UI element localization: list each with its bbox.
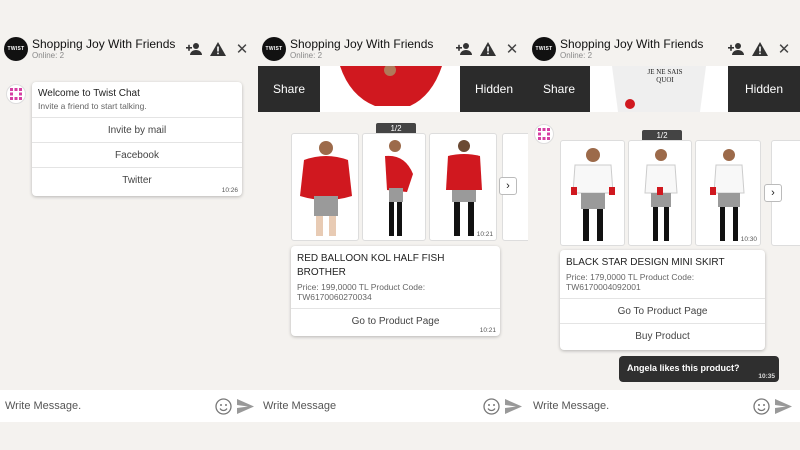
message-time: 10:35 bbox=[758, 373, 775, 380]
chat-screenshots: TWIST Shopping Joy With Friends Online: … bbox=[0, 0, 800, 450]
product-image[interactable] bbox=[560, 140, 625, 246]
chat-title: Shopping Joy With Friends bbox=[32, 37, 176, 51]
message-input[interactable] bbox=[263, 400, 480, 412]
welcome-card: Welcome to Twist Chat Invite a friend to… bbox=[32, 82, 242, 196]
twist-logo: TWIST bbox=[262, 37, 286, 61]
emoji-icon[interactable] bbox=[480, 395, 502, 417]
send-icon[interactable] bbox=[772, 395, 794, 417]
bot-avatar bbox=[6, 84, 26, 104]
send-icon[interactable] bbox=[234, 395, 256, 417]
chevron-right-icon[interactable]: › bbox=[764, 184, 782, 202]
chat-header: TWIST Shopping Joy With Friends Online: … bbox=[258, 32, 528, 66]
welcome-subtitle: Invite a friend to start talking. bbox=[38, 101, 147, 111]
shirt-print-text: JE NE SAIS QUOI bbox=[647, 68, 683, 84]
warning-icon[interactable] bbox=[476, 37, 500, 61]
product-name: RED BALLOON KOL HALF FISH BROTHER bbox=[297, 253, 445, 278]
add-user-icon[interactable] bbox=[182, 37, 206, 61]
product-image[interactable] bbox=[628, 140, 692, 246]
chat-panel-product-2: TWIST Shopping Joy With Friends Online: … bbox=[528, 0, 800, 450]
online-status: Online: 2 bbox=[32, 51, 65, 60]
warning-icon[interactable] bbox=[748, 37, 772, 61]
twist-logo: TWIST bbox=[532, 37, 556, 61]
message-composer bbox=[528, 390, 800, 422]
close-icon[interactable]: ✕ bbox=[230, 37, 254, 61]
chat-panel-welcome: TWIST Shopping Joy With Friends Online: … bbox=[0, 0, 258, 450]
product-card: BLACK STAR DESIGN MINI SKIRT Price: 179,… bbox=[560, 250, 765, 350]
chat-header: TWIST Shopping Joy With Friends Online: … bbox=[528, 32, 800, 66]
like-message: Angela likes this product? 10:35 bbox=[619, 356, 779, 382]
warning-icon[interactable] bbox=[206, 37, 230, 61]
go-to-product-page-button[interactable]: Go to Product Page bbox=[291, 308, 500, 333]
product-image[interactable]: 10:21 bbox=[429, 133, 497, 241]
product-info: Price: 199,0000 TL Product Code: TW61700… bbox=[297, 282, 426, 302]
product-image[interactable] bbox=[362, 133, 426, 241]
share-button[interactable]: Share bbox=[528, 66, 590, 112]
message-composer bbox=[0, 390, 258, 422]
product-image[interactable] bbox=[291, 133, 359, 241]
add-user-icon[interactable] bbox=[724, 37, 748, 61]
invite-by-mail-button[interactable]: Invite by mail bbox=[32, 117, 242, 142]
twitter-button[interactable]: Twitter bbox=[32, 167, 242, 192]
product-info: Price: 179,0000 TL Product Code: TW61700… bbox=[566, 272, 695, 292]
chat-header: TWIST Shopping Joy With Friends Online: … bbox=[0, 32, 258, 66]
chat-panel-product-1: TWIST Shopping Joy With Friends Online: … bbox=[258, 0, 528, 450]
close-icon[interactable]: ✕ bbox=[500, 37, 524, 61]
image-time: 10:30 bbox=[740, 236, 757, 243]
go-to-product-page-button[interactable]: Go To Product Page bbox=[560, 298, 765, 323]
chat-title: Shopping Joy With Friends bbox=[560, 37, 704, 51]
chat-title: Shopping Joy With Friends bbox=[290, 37, 434, 51]
product-card: RED BALLOON KOL HALF FISH BROTHER Price:… bbox=[291, 246, 500, 336]
bot-avatar bbox=[534, 124, 554, 144]
online-status: Online: 2 bbox=[560, 51, 593, 60]
banner-image: JE NE SAIS QUOI bbox=[590, 66, 728, 112]
add-user-icon[interactable] bbox=[452, 37, 476, 61]
product-image[interactable]: 10:30 bbox=[695, 140, 761, 246]
banner-image bbox=[320, 66, 460, 112]
share-bar: Share JE NE SAIS QUOI Hidden bbox=[528, 66, 800, 112]
like-message-text: Angela likes this product? bbox=[627, 363, 740, 373]
share-bar: Share Hidden bbox=[258, 66, 528, 112]
twist-logo: TWIST bbox=[4, 37, 28, 61]
share-button[interactable]: Share bbox=[258, 66, 320, 112]
close-icon[interactable]: ✕ bbox=[772, 37, 796, 61]
facebook-button[interactable]: Facebook bbox=[32, 142, 242, 167]
send-icon[interactable] bbox=[502, 395, 524, 417]
chevron-right-icon[interactable]: › bbox=[499, 177, 517, 195]
buy-product-button[interactable]: Buy Product bbox=[560, 323, 765, 348]
online-status: Online: 2 bbox=[290, 51, 323, 60]
image-time: 10:21 bbox=[476, 231, 493, 238]
message-time: 10:21 bbox=[479, 327, 496, 334]
message-input[interactable] bbox=[533, 400, 750, 412]
message-input[interactable] bbox=[5, 400, 212, 412]
emoji-icon[interactable] bbox=[212, 395, 234, 417]
emoji-icon[interactable] bbox=[750, 395, 772, 417]
hidden-button[interactable]: Hidden bbox=[728, 66, 800, 112]
product-name: BLACK STAR DESIGN MINI SKIRT bbox=[566, 257, 725, 268]
message-composer bbox=[258, 390, 528, 422]
message-time: 10:26 bbox=[221, 187, 238, 194]
hidden-button[interactable]: Hidden bbox=[460, 66, 528, 112]
welcome-title: Welcome to Twist Chat bbox=[38, 88, 140, 99]
